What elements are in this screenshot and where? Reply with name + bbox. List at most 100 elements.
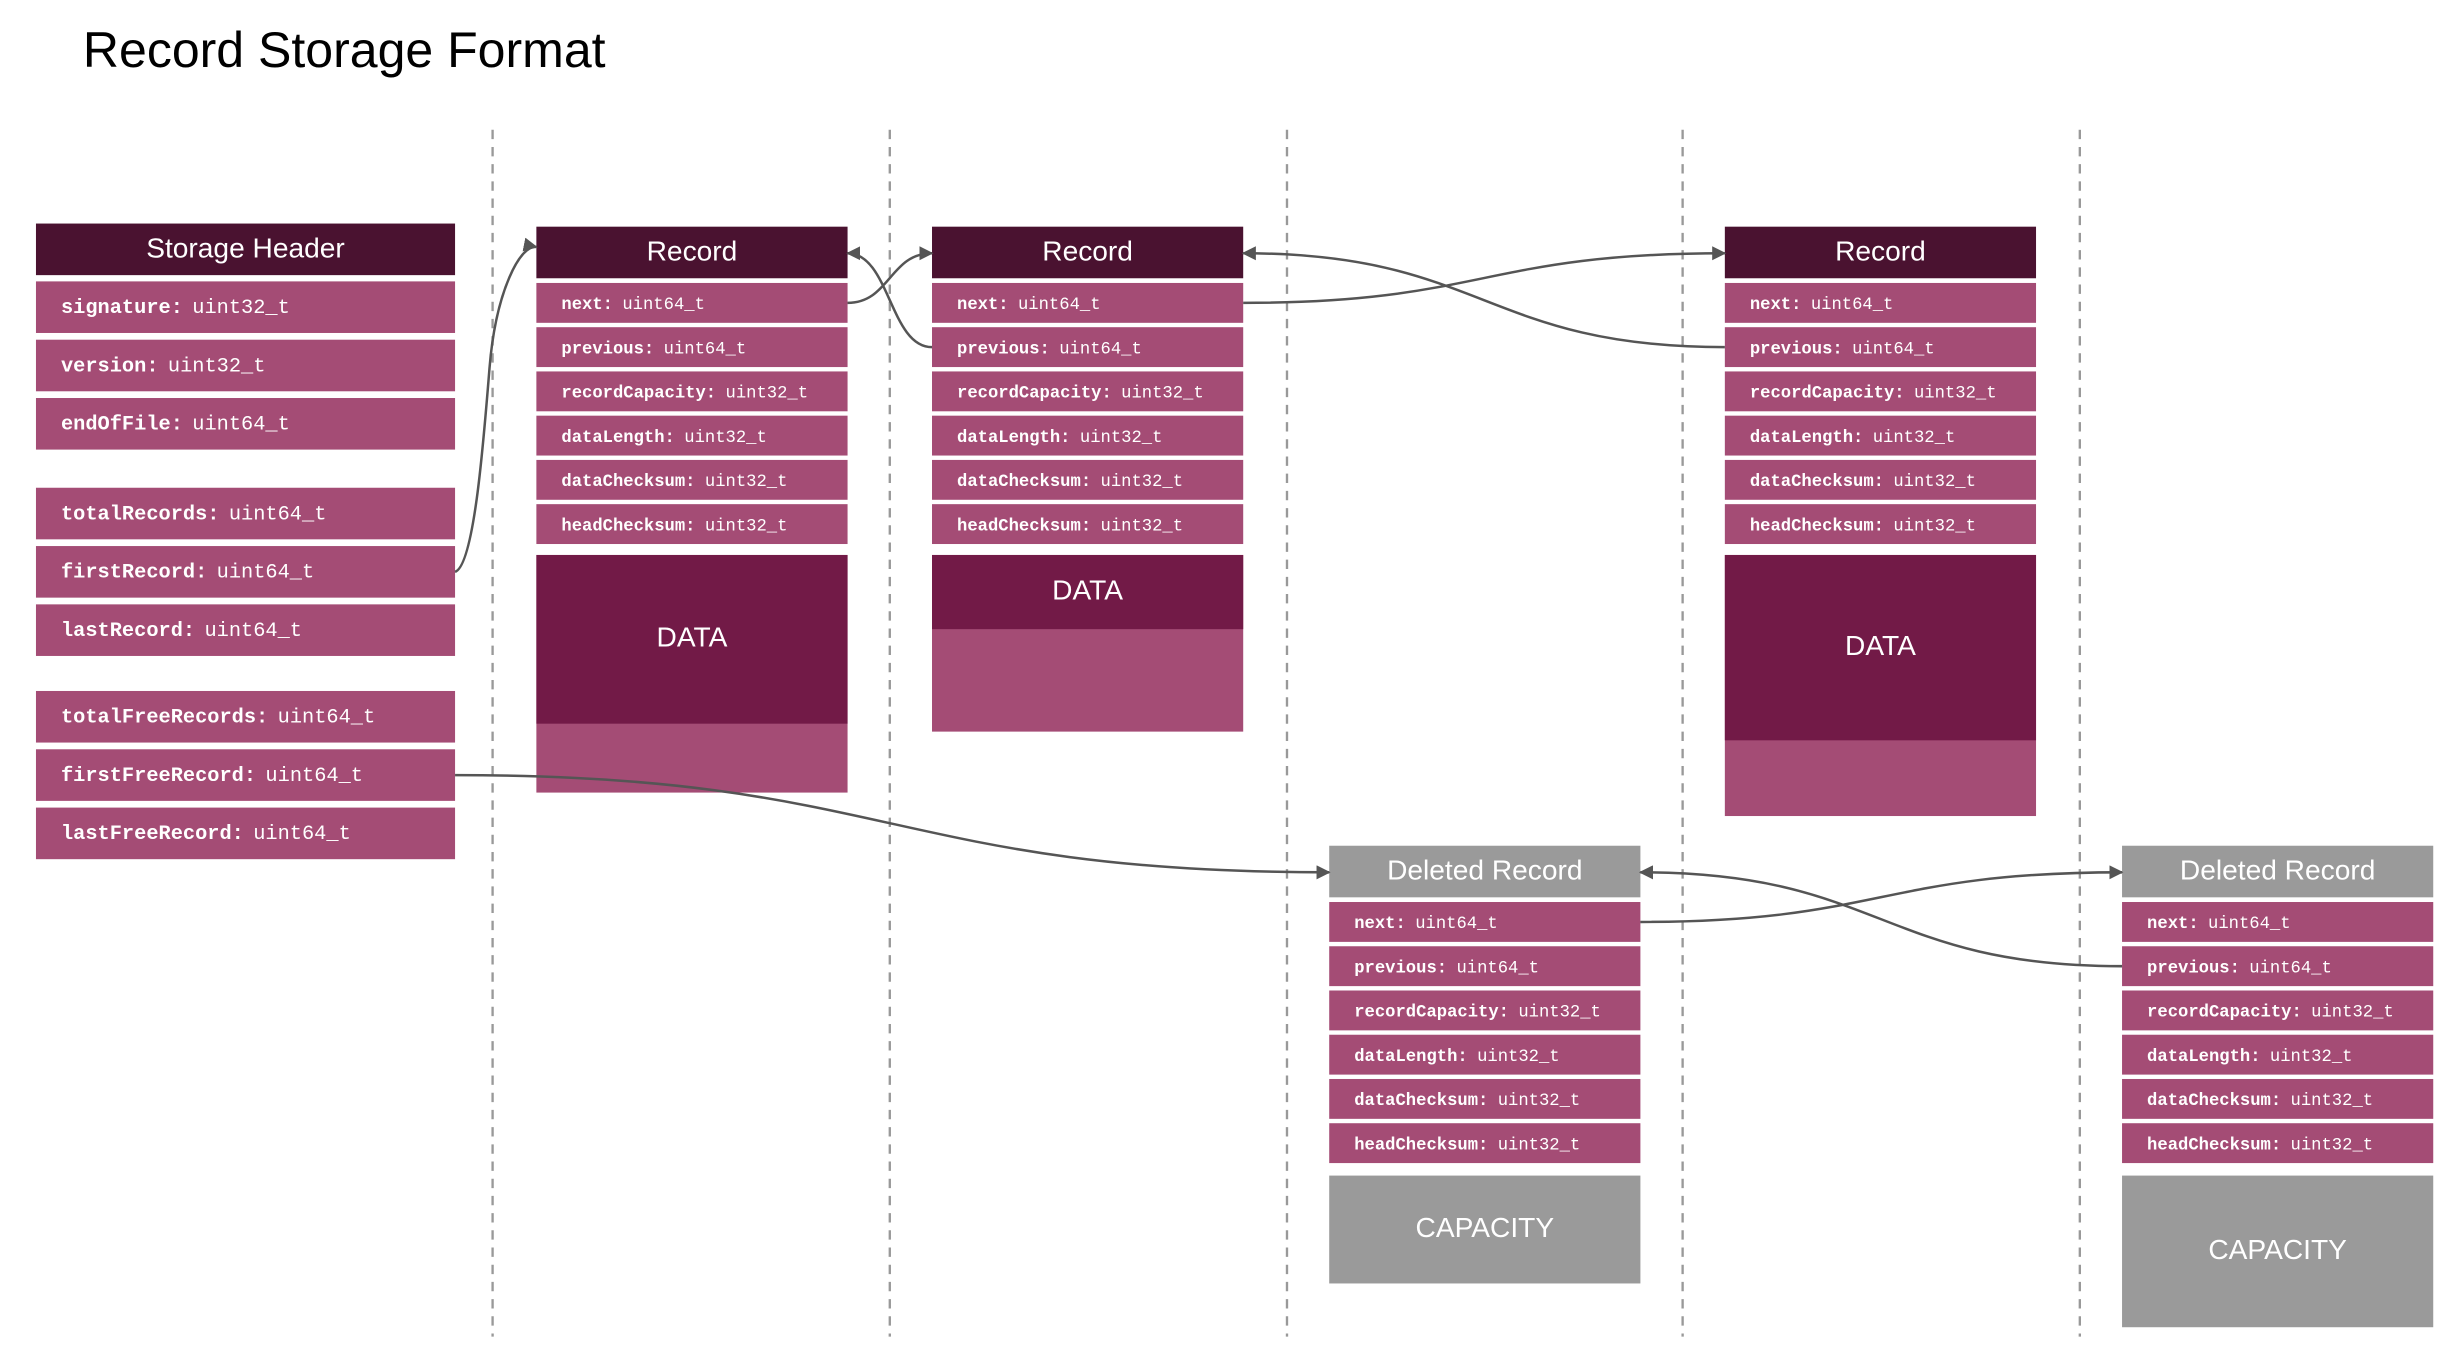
field-name: next: [957, 296, 1009, 315]
deleted-record-block: Deleted Record next: uint64_t previous: uint… [1329, 845, 1641, 1284]
record-field-previous: previous: uint64_t [1329, 946, 1641, 987]
field-type: uint32_t [1080, 428, 1163, 447]
field-type: uint32_t [1498, 1092, 1581, 1111]
record-field-label: dataLength: uint32_t [1354, 1047, 1559, 1066]
record-field-dataLength: dataLength: uint32_t [536, 415, 848, 456]
record-field-previous: previous: uint64_t [1724, 327, 2037, 368]
record-field-next: next: uint64_t [932, 282, 1244, 323]
header-field-version: version: uint32_t [35, 339, 456, 392]
header-field-totalFreeRecords: totalFreeRecords: uint64_t [35, 690, 456, 743]
record-field-dataChecksum: dataChecksum: uint32_t [2122, 1078, 2434, 1119]
header-field-label: lastFreeRecord: uint64_t [61, 824, 351, 847]
record-field-label: headChecksum: uint32_t [561, 517, 787, 536]
field-type: uint32_t [168, 356, 266, 379]
field-type: uint32_t [1893, 517, 1976, 536]
capacity-block: CAPACITY [1329, 1175, 1641, 1284]
field-type: uint32_t [705, 517, 788, 536]
record-field-headChecksum: headChecksum: uint32_t [1329, 1123, 1641, 1164]
record-title: Record [1042, 236, 1133, 267]
record2-next-arrow [1243, 246, 1727, 305]
page-title: Record Storage Format [83, 22, 606, 78]
data-block: DATA [536, 554, 848, 793]
field-name: lastRecord: [61, 620, 195, 643]
record-field-recordCapacity: recordCapacity: uint32_t [1724, 371, 2037, 412]
deleted1-next-arrow [1640, 865, 2124, 924]
record-field-label: dataLength: uint32_t [561, 428, 766, 447]
record-field-headChecksum: headChecksum: uint32_t [1724, 504, 2037, 545]
capacity-block: CAPACITY [2122, 1175, 2434, 1328]
field-type: uint64_t [217, 562, 315, 585]
field-name: totalFreeRecords: [61, 707, 268, 730]
record-field-label: next: uint64_t [1750, 296, 1893, 315]
field-name: next: [1750, 296, 1802, 315]
field-type: uint32_t [1498, 1136, 1581, 1155]
record-field-headChecksum: headChecksum: uint32_t [536, 504, 848, 545]
capacity-label: CAPACITY [1416, 1212, 1555, 1243]
header-field-label: endOfFile: uint64_t [61, 414, 290, 437]
field-type: uint32_t [1101, 473, 1184, 492]
field-type: uint64_t [253, 824, 351, 847]
field-type: uint64_t [2208, 915, 2291, 934]
record-field-label: previous: uint64_t [2147, 959, 2332, 978]
field-name: recordCapacity: [561, 384, 716, 403]
record-field-label: next: uint64_t [561, 296, 704, 315]
record-title: Record [647, 236, 738, 267]
field-type: uint32_t [1873, 428, 1956, 447]
field-name: previous: [1354, 959, 1447, 978]
field-name: dataLength: [1750, 428, 1863, 447]
field-type: uint64_t [1811, 296, 1894, 315]
record-field-label: dataChecksum: uint32_t [561, 473, 787, 492]
record-field-label: recordCapacity: uint32_t [2147, 1003, 2394, 1022]
record-title: Deleted Record [2180, 855, 2375, 886]
field-type: uint32_t [1914, 384, 1997, 403]
header-field-firstRecord: firstRecord: uint64_t [35, 546, 456, 598]
record-field-headChecksum: headChecksum: uint32_t [2122, 1123, 2434, 1164]
record-field-label: dataChecksum: uint32_t [2147, 1092, 2373, 1111]
field-name: recordCapacity: [2147, 1003, 2302, 1022]
field-name: dataLength: [561, 428, 674, 447]
field-type: uint32_t [705, 473, 788, 492]
record-field-label: recordCapacity: uint32_t [957, 384, 1204, 403]
field-name: headChecksum: [1750, 517, 1884, 536]
field-type: uint64_t [265, 765, 363, 788]
header-field-label: lastRecord: uint64_t [61, 620, 302, 643]
record-field-label: headChecksum: uint32_t [957, 517, 1183, 536]
record-title-bar: Deleted Record [2122, 845, 2434, 898]
field-type: uint64_t [2249, 959, 2332, 978]
record-field-label: dataLength: uint32_t [2147, 1047, 2352, 1066]
field-name: dataChecksum: [1354, 1092, 1488, 1111]
field-type: uint64_t [1018, 296, 1101, 315]
header-field-lastRecord: lastRecord: uint64_t [35, 604, 456, 656]
record-field-previous: previous: uint64_t [536, 327, 848, 368]
field-name: recordCapacity: [957, 384, 1112, 403]
data-block: DATA [1724, 554, 2037, 817]
record-field-next: next: uint64_t [536, 282, 848, 323]
record-field-headChecksum: headChecksum: uint32_t [932, 504, 1244, 545]
header-field-lastFreeRecord: lastFreeRecord: uint64_t [35, 807, 456, 860]
field-name: signature: [61, 297, 183, 320]
header-field-label: firstRecord: uint64_t [61, 562, 314, 585]
record-title-bar: Record [932, 226, 1244, 279]
header-field-totalRecords: totalRecords: uint64_t [35, 487, 456, 540]
record-field-label: next: uint64_t [2147, 915, 2290, 934]
field-type: uint64_t [204, 620, 302, 643]
data-block: DATA [932, 554, 1244, 732]
header-field-label: signature: uint32_t [61, 297, 290, 320]
field-name: totalRecords: [61, 504, 219, 527]
record1-next-arrow [847, 246, 934, 305]
field-name: version: [61, 356, 159, 379]
header-field-label: firstFreeRecord: uint64_t [61, 765, 363, 788]
field-type: uint64_t [229, 504, 327, 527]
field-type: uint32_t [684, 428, 767, 447]
storage-header-title: Storage Header [146, 233, 345, 264]
field-name: endOfFile: [61, 414, 183, 437]
field-name: firstRecord: [61, 562, 207, 585]
field-name: lastFreeRecord: [61, 824, 244, 847]
field-name: headChecksum: [1354, 1136, 1488, 1155]
field-name: next: [561, 296, 613, 315]
data-label: DATA [1052, 575, 1123, 606]
record-field-label: dataLength: uint32_t [1750, 428, 1955, 447]
record-field-dataChecksum: dataChecksum: uint32_t [1329, 1078, 1641, 1119]
field-type: uint32_t [2291, 1092, 2374, 1111]
field-type: uint32_t [1101, 517, 1184, 536]
